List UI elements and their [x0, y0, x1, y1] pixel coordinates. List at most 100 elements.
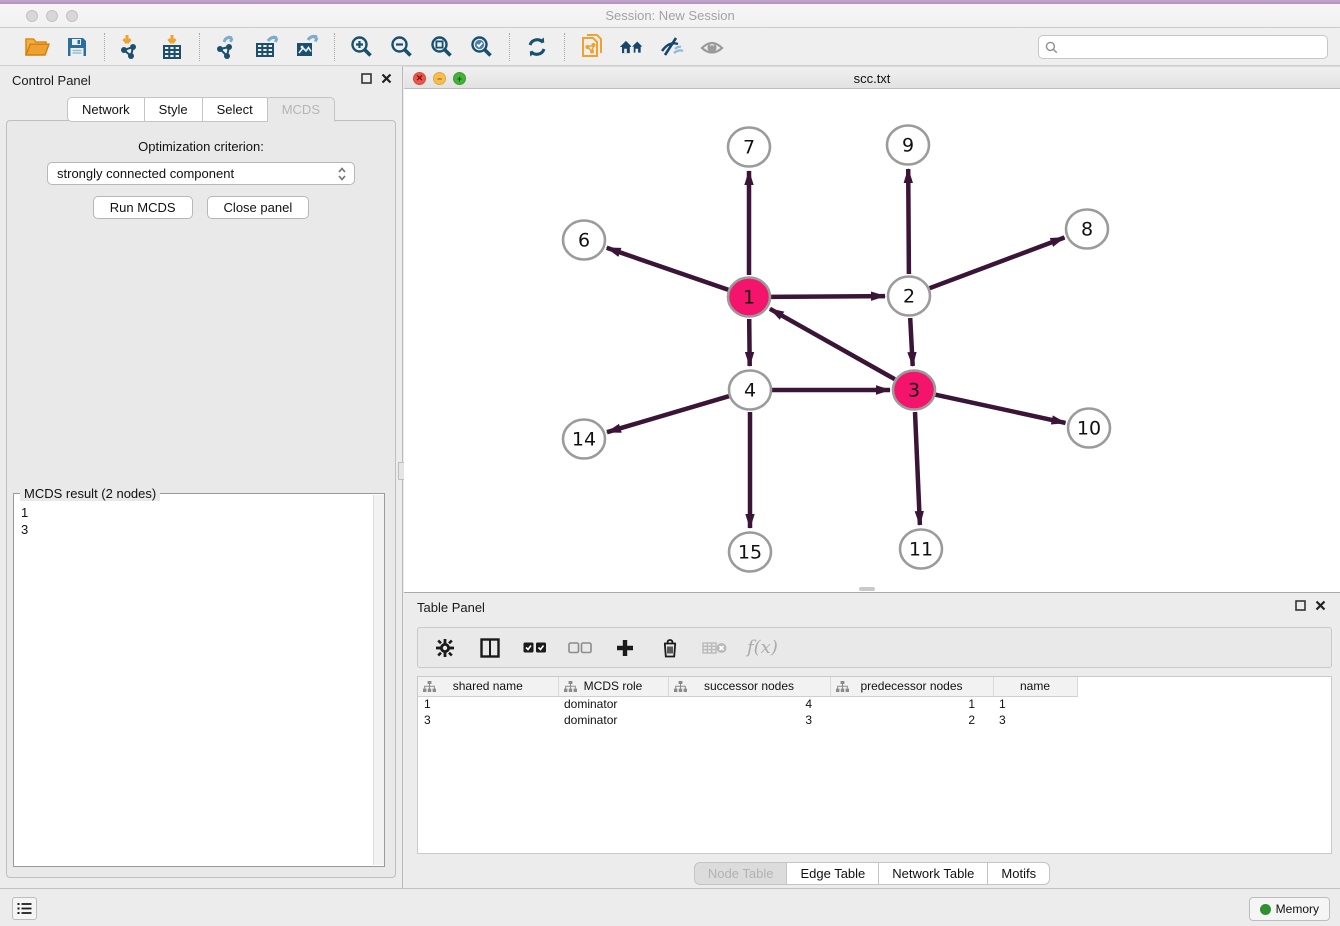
network-canvas[interactable]: 7 9 6 8 1 2 4 3 14 10 15 11 [404, 90, 1340, 592]
node-11[interactable]: 11 [900, 530, 942, 569]
tab-node-table[interactable]: Node Table [694, 862, 788, 885]
result-scrollbar[interactable] [373, 495, 384, 865]
node-9[interactable]: 9 [887, 126, 929, 165]
table-row[interactable]: 1dominator411 [418, 696, 1331, 712]
column-header-shared-name[interactable]: shared name [418, 677, 558, 696]
svg-text:9: 9 [902, 135, 914, 157]
table-panel: Table Panel f(x) [404, 594, 1340, 888]
save-session-icon[interactable] [64, 34, 90, 60]
close-panel-button[interactable]: Close panel [207, 196, 310, 219]
network-window-titlebar[interactable]: ✕ − + scc.txt [404, 66, 1340, 89]
zoom-out-icon[interactable] [389, 34, 415, 60]
edge-4-14[interactable] [607, 396, 729, 432]
memory-label: Memory [1276, 902, 1319, 916]
new-network-from-selection-icon[interactable] [579, 34, 605, 60]
node-15[interactable]: 15 [729, 533, 771, 572]
add-column-icon[interactable] [612, 635, 638, 661]
import-table-icon[interactable] [159, 34, 185, 60]
mcds-panel: Optimization criterion: strongly connect… [6, 120, 396, 878]
column-header-successor-nodes[interactable]: successor nodes [668, 677, 830, 696]
zoom-fit-icon[interactable] [429, 34, 455, 60]
edge-1-4[interactable] [749, 319, 750, 366]
float-table-panel-icon[interactable] [1295, 600, 1306, 611]
column-header-predecessor-nodes[interactable]: predecessor nodes [830, 677, 993, 696]
table-options-icon[interactable] [432, 635, 458, 661]
node-1[interactable]: 1 [728, 278, 770, 317]
search-input[interactable] [1062, 40, 1327, 54]
window-title: Session: New Session [0, 8, 1340, 23]
table-panel-title: Table Panel [417, 600, 485, 615]
task-monitor-button[interactable] [12, 897, 37, 920]
node-14[interactable]: 14 [563, 420, 605, 459]
float-panel-icon[interactable] [361, 73, 372, 84]
status-bar: Memory [0, 888, 1340, 926]
column-header-MCDS-role[interactable]: MCDS role [558, 677, 668, 696]
tab-motifs[interactable]: Motifs [988, 862, 1050, 885]
import-network-icon[interactable] [119, 34, 145, 60]
delete-column-icon[interactable] [657, 635, 683, 661]
tab-edge-table[interactable]: Edge Table [787, 862, 879, 885]
attribute-icon [564, 681, 577, 695]
hide-selected-icon[interactable] [659, 34, 685, 60]
svg-text:4: 4 [744, 380, 756, 402]
edge-3-11[interactable] [915, 412, 920, 525]
run-mcds-button[interactable]: Run MCDS [93, 196, 193, 219]
tab-network[interactable]: Network [67, 97, 145, 122]
attribute-icon [836, 681, 849, 695]
node-2[interactable]: 2 [888, 277, 930, 316]
show-all-icon[interactable] [699, 34, 725, 60]
close-table-panel-icon[interactable] [1315, 600, 1326, 611]
attribute-icon [423, 681, 436, 695]
criterion-select[interactable]: strongly connected component [47, 162, 355, 185]
svg-text:14: 14 [572, 429, 596, 451]
table-panel-tabs: Node TableEdge TableNetwork TableMotifs [404, 862, 1340, 885]
edge-1-6[interactable] [607, 248, 729, 290]
node-6[interactable]: 6 [563, 221, 605, 260]
function-builder-icon[interactable]: f(x) [747, 637, 778, 658]
svg-text:3: 3 [908, 380, 920, 402]
edge-2-3[interactable] [910, 318, 913, 366]
first-neighbors-icon[interactable] [619, 34, 645, 60]
main-toolbar [0, 28, 1340, 66]
edge-2-8[interactable] [930, 238, 1065, 289]
mcds-result-text: 1 3 [14, 498, 372, 866]
task-list-icon [17, 902, 32, 915]
network-graph[interactable]: 7 9 6 8 1 2 4 3 14 10 15 11 [404, 90, 1340, 593]
edge-3-1[interactable] [770, 309, 895, 379]
node-10[interactable]: 10 [1068, 409, 1110, 448]
network-view-window: ✕ − + scc.txt 7 9 6 8 1 2 4 3 14 10 15 11 [404, 66, 1340, 593]
column-layout-icon[interactable] [477, 635, 503, 661]
column-header-name[interactable]: name [993, 677, 1077, 696]
export-table-icon[interactable] [254, 34, 280, 60]
edge-2-9[interactable] [908, 169, 909, 274]
tab-style[interactable]: Style [145, 97, 203, 122]
export-image-icon[interactable] [294, 34, 320, 60]
close-panel-icon[interactable] [381, 73, 392, 84]
node-3[interactable]: 3 [893, 371, 935, 410]
search-field[interactable] [1038, 35, 1328, 59]
delete-table-icon[interactable] [702, 635, 728, 661]
table-row[interactable]: 3dominator323 [418, 712, 1331, 728]
tab-mcds[interactable]: MCDS [268, 97, 335, 122]
select-all-icon[interactable] [522, 635, 548, 661]
edge-3-10[interactable] [936, 395, 1066, 423]
refresh-icon[interactable] [524, 34, 550, 60]
edge-1-2[interactable] [771, 296, 885, 297]
tab-network-table[interactable]: Network Table [879, 862, 988, 885]
column-header-filler [1077, 677, 1331, 696]
tab-select[interactable]: Select [203, 97, 268, 122]
criterion-value: strongly connected component [57, 166, 336, 181]
node-7[interactable]: 7 [728, 128, 770, 167]
node-4[interactable]: 4 [729, 371, 771, 410]
attribute-icon [674, 681, 687, 695]
search-icon [1045, 41, 1058, 54]
node-table-container: shared nameMCDS rolesuccessor nodesprede… [417, 676, 1332, 854]
export-network-icon[interactable] [214, 34, 240, 60]
network-hscroll-stub[interactable] [859, 587, 875, 591]
memory-button[interactable]: Memory [1249, 897, 1330, 921]
deselect-all-icon[interactable] [567, 635, 593, 661]
open-session-icon[interactable] [24, 34, 50, 60]
node-8[interactable]: 8 [1066, 210, 1108, 249]
zoom-in-icon[interactable] [349, 34, 375, 60]
zoom-selected-icon[interactable] [469, 34, 495, 60]
